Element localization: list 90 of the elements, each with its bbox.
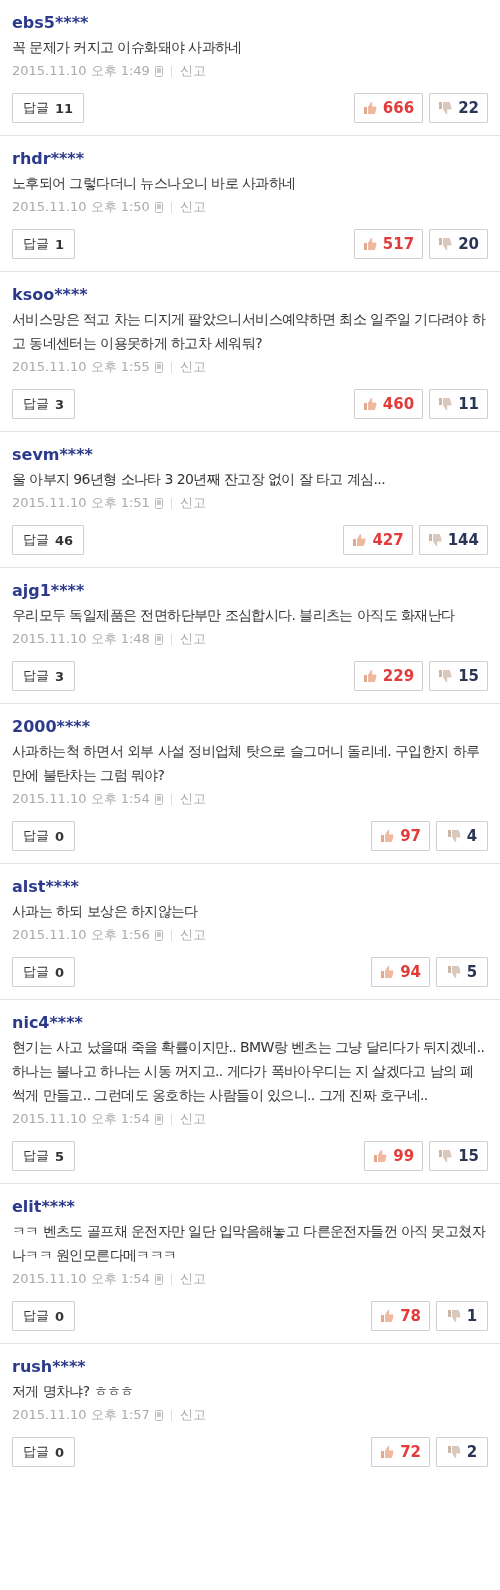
- comment-date: 2015.11.10 오후 1:54: [12, 1110, 150, 1128]
- comment-text: 사과는 하되 보상은 하지않는다: [12, 902, 199, 921]
- dislike-button[interactable]: 4: [436, 821, 488, 851]
- reply-button[interactable]: 답글 0: [12, 1301, 76, 1331]
- mobile-icon: [154, 1409, 163, 1421]
- username[interactable]: sevm****: [12, 443, 488, 467]
- username[interactable]: elit****: [12, 1195, 488, 1219]
- like-button[interactable]: 517: [353, 229, 424, 259]
- thumbs-down-icon: [438, 237, 453, 251]
- mobile-icon: [154, 1273, 163, 1285]
- thumbs-down-icon: [438, 101, 453, 115]
- thumbs-down-icon: [446, 1309, 461, 1323]
- comment-text: 우리모두 독일제품은 전면하단부만 조심합시다. 블리츠는 아직도 화재난다: [12, 606, 456, 625]
- dislike-button[interactable]: 20: [429, 229, 488, 259]
- thumbs-up-icon: [380, 1445, 395, 1459]
- username[interactable]: ebs5****: [12, 11, 488, 35]
- like-button[interactable]: 666: [353, 93, 424, 123]
- username[interactable]: ksoo****: [12, 283, 488, 307]
- reply-button[interactable]: 답글 0: [12, 957, 76, 987]
- thumbs-up-icon: [373, 1149, 388, 1163]
- comment-date: 2015.11.10 오후 1:51: [12, 494, 150, 512]
- mobile-icon: [154, 929, 163, 941]
- comment-text: 현기는 사고 났을때 죽을 확률이지만.. BMW랑 벤츠는 그냥 달리다가 뒤지겠네.. 하나는 불나고 하나는 시동 꺼지고.. 게다가 폭바아우디는 지 살겠다고 남의 폐 썩게 만들고.. 그런데도 옹호하는 사람들이 있으니.. 그게 진짜 호구네..: [12, 1038, 486, 1105]
- thumbs-up-icon: [362, 397, 377, 411]
- reply-button[interactable]: 답글 1: [12, 229, 76, 259]
- thumbs-up-icon: [380, 829, 395, 843]
- username[interactable]: 2000****: [12, 715, 488, 739]
- like-button[interactable]: 427: [343, 525, 413, 555]
- mobile-icon: [154, 793, 163, 805]
- reply-button[interactable]: 답글 0: [12, 1437, 76, 1467]
- dislike-button[interactable]: 5: [436, 957, 488, 987]
- comment-text: 저게 명차냐? ㅎㅎㅎ: [12, 1382, 135, 1401]
- reply-button[interactable]: 답글 5: [12, 1141, 76, 1171]
- username[interactable]: ajg1****: [12, 579, 488, 603]
- comment-text: 서비스망은 적고 차는 디지게 팔았으니서비스예약하면 최소 일주일 기다려야 하고 동네센터는 이용못하게 하고차 세워둬?: [12, 310, 487, 353]
- thumbs-down-icon: [438, 397, 453, 411]
- thumbs-down-icon: [446, 965, 461, 979]
- like-button[interactable]: 94: [371, 957, 430, 987]
- username[interactable]: nic4****: [12, 1011, 488, 1035]
- comment-date: 2015.11.10 오후 1:54: [12, 1270, 150, 1288]
- dislike-button[interactable]: 15: [429, 661, 488, 691]
- comment-text: 사과하는척 하면서 외부 사설 정비업체 탓으로 슬그머니 돌리네. 구입한지 하루만에 불탄차는 그럼 뭐야?: [12, 742, 481, 785]
- thumbs-up-icon: [380, 965, 395, 979]
- username[interactable]: rush****: [12, 1355, 488, 1379]
- reply-button[interactable]: 답글 3: [12, 389, 76, 419]
- reply-button[interactable]: 답글 3: [12, 661, 76, 691]
- like-button[interactable]: 78: [371, 1301, 430, 1331]
- comment-text: 울 아부지 96년형 소나타 3 20년째 잔고장 없이 잘 타고 계심...: [12, 470, 386, 489]
- thumbs-down-icon: [427, 533, 442, 547]
- thumbs-up-icon: [380, 1309, 395, 1323]
- comment-text: 노후되어 그렇다더니 뉴스나오니 바로 사과하네: [12, 174, 297, 193]
- mobile-icon: [154, 65, 163, 77]
- thumbs-up-icon: [362, 237, 377, 251]
- comment-date: 2015.11.10 오후 1:56: [12, 926, 150, 944]
- comment-date: 2015.11.10 오후 1:54: [12, 790, 150, 808]
- reply-button[interactable]: 답글 0: [12, 821, 76, 851]
- reply-button[interactable]: 답글 11: [12, 93, 85, 123]
- username[interactable]: rhdr****: [12, 147, 488, 171]
- dislike-button[interactable]: 2: [436, 1437, 488, 1467]
- thumbs-down-icon: [438, 669, 453, 683]
- comment-date: 2015.11.10 오후 1:57: [12, 1406, 150, 1424]
- mobile-icon: [154, 201, 163, 213]
- thumbs-down-icon: [446, 829, 461, 843]
- like-button[interactable]: 97: [371, 821, 430, 851]
- dislike-button[interactable]: 22: [429, 93, 488, 123]
- comment-date: 2015.11.10 오후 1:50: [12, 198, 150, 216]
- reply-button[interactable]: 답글 46: [12, 525, 85, 555]
- mobile-icon: [154, 1113, 163, 1125]
- dislike-button[interactable]: 1: [436, 1301, 488, 1331]
- thumbs-up-icon: [362, 669, 377, 683]
- mobile-icon: [154, 361, 163, 373]
- comment-text: ㅋㅋ 벤츠도 골프채 운전자만 일단 입막음해놓고 다른운전자들껀 아직 못고쳤자나ㅋㅋ 원인모른다메ㅋㅋㅋ: [12, 1222, 487, 1265]
- comment-date: 2015.11.10 오후 1:49: [12, 62, 150, 80]
- comment-text: 꼭 문제가 커지고 이슈화돼야 사과하네: [12, 38, 243, 57]
- dislike-button[interactable]: 11: [429, 389, 488, 419]
- comment-date: 2015.11.10 오후 1:48: [12, 630, 150, 648]
- thumbs-up-icon: [352, 533, 367, 547]
- username[interactable]: alst****: [12, 875, 488, 899]
- mobile-icon: [154, 633, 163, 645]
- dislike-button[interactable]: 144: [418, 525, 488, 555]
- thumbs-down-icon: [438, 1149, 453, 1163]
- thumbs-up-icon: [362, 101, 377, 115]
- like-button[interactable]: 99: [364, 1141, 424, 1171]
- thumbs-down-icon: [446, 1445, 461, 1459]
- like-button[interactable]: 460: [353, 389, 424, 419]
- dislike-button[interactable]: 15: [429, 1141, 488, 1171]
- like-button[interactable]: 229: [353, 661, 424, 691]
- comment-date: 2015.11.10 오후 1:55: [12, 358, 150, 376]
- mobile-icon: [154, 497, 163, 509]
- like-button[interactable]: 72: [371, 1437, 430, 1467]
